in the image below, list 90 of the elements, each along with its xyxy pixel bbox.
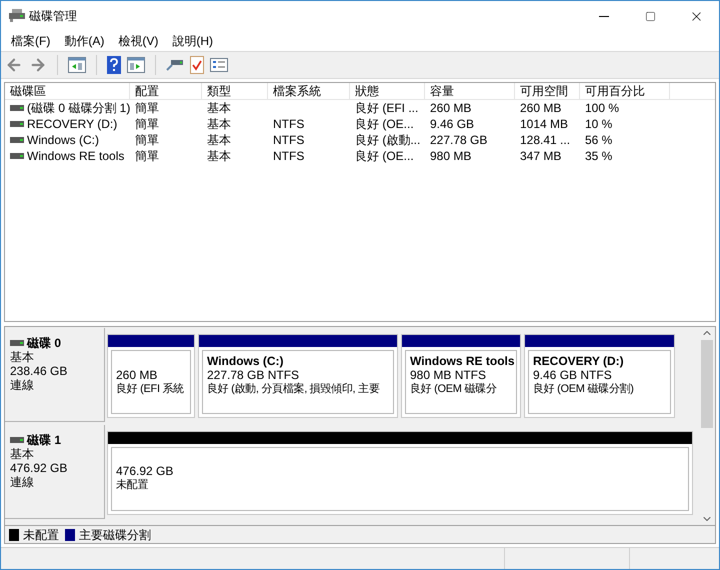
forward-icon[interactable] [29, 56, 47, 74]
legend-label: 未配置 [23, 526, 59, 544]
table-cell: 良好 (EFI ... [355, 100, 418, 116]
maximize-icon [644, 10, 656, 22]
table-cell: 良好 (OE... [355, 148, 414, 164]
scroll-thumb[interactable] [701, 340, 713, 428]
connect-icon[interactable] [166, 58, 184, 72]
partition-size: 980 MB NTFS [410, 368, 486, 382]
back-icon[interactable] [5, 56, 23, 74]
table-cell: 260 MB [430, 100, 472, 116]
table-cell: 簡單 [135, 132, 159, 148]
action-pane-icon[interactable] [127, 57, 145, 73]
drive-icon [10, 153, 24, 159]
table-cell: 10 % [585, 116, 612, 132]
table-cell: 良好 (OE... [355, 116, 414, 132]
menu-item[interactable]: 檢視(V) [118, 35, 158, 47]
properties-icon[interactable] [210, 58, 228, 72]
table-cell: (磁碟 0 磁碟分割 1) [27, 100, 130, 116]
column-header[interactable]: 狀態 [350, 83, 425, 99]
disk-info-panel[interactable]: 磁碟 0 基本 238.46 GB 連線 [5, 328, 105, 422]
scrollbar[interactable] [699, 327, 715, 525]
menu-item[interactable]: 動作(A) [64, 35, 104, 47]
table-cell: 347 MB [520, 148, 562, 164]
table-cell: NTFS [273, 148, 304, 164]
table-cell: 980 MB [430, 148, 472, 164]
table-cell: 9.46 GB [430, 116, 474, 132]
partition-status: 良好 (OEM 磁碟分割) [533, 382, 634, 396]
drive-icon [10, 121, 24, 127]
legend-label: 主要磁碟分割 [79, 526, 151, 544]
disk-type: 基本 [10, 350, 34, 364]
partition-block[interactable]: Windows RE tools 980 MB NTFS 良好 (OEM 磁碟分 [401, 334, 521, 418]
table-cell: 基本 [207, 116, 231, 132]
drive-icon [10, 105, 24, 111]
table-cell: 128.41 ... [520, 132, 570, 148]
column-header[interactable]: 檔案系統 [268, 83, 350, 99]
table-cell: 簡單 [135, 116, 159, 132]
menu-item[interactable]: 檔案(F) [11, 35, 50, 47]
table-cell: 100 % [585, 100, 620, 116]
column-header[interactable]: 可用空間 [515, 83, 580, 99]
partition-name: Windows RE tools [410, 354, 515, 368]
disk-status: 連線 [10, 475, 34, 489]
column-header[interactable]: 可用百分比 [580, 83, 670, 99]
show-pane-icon[interactable] [68, 57, 86, 73]
table-cell: NTFS [273, 132, 304, 148]
drive-icon [10, 137, 24, 143]
table-cell: Windows (C:) [27, 132, 100, 148]
table-cell: 260 MB [520, 100, 562, 116]
partition-status: 良好 (啟動, 分頁檔案, 損毀傾印, 主要 [207, 382, 380, 396]
checklist-icon[interactable] [190, 56, 204, 74]
table-cell: 227.78 GB [430, 132, 488, 148]
disk-management-icon [9, 9, 25, 23]
disk-size: 476.92 GB [10, 461, 68, 475]
partition-name: RECOVERY (D:) [533, 354, 624, 368]
partition-size: 9.46 GB NTFS [533, 368, 612, 382]
partition-block[interactable]: Windows (C:) 227.78 GB NTFS 良好 (啟動, 分頁檔案, 損毀傾印, 主要 [198, 334, 398, 418]
table-cell: 簡單 [135, 148, 159, 164]
menu-item[interactable]: 說明(H) [172, 35, 213, 47]
table-cell: 良好 (啟動... [355, 132, 420, 148]
partition-name: Windows (C:) [207, 354, 284, 368]
table-cell: 1014 MB [520, 116, 568, 132]
partition-status: 良好 (OEM 磁碟分 [410, 382, 497, 396]
partition-size: 227.78 GB NTFS [207, 368, 300, 382]
table-cell: 56 % [585, 132, 612, 148]
partition-status: 未配置 [116, 478, 148, 492]
table-cell: RECOVERY (D:) [27, 116, 118, 132]
disk-info-panel[interactable]: 磁碟 1 基本 476.92 GB 連線 [5, 425, 105, 519]
disk-name: 磁碟 1 [27, 433, 62, 447]
disk-type: 基本 [10, 447, 34, 461]
partition-size: 476.92 GB [116, 464, 174, 478]
disk-name: 磁碟 0 [27, 336, 62, 350]
window-title: 磁碟管理 [29, 8, 77, 25]
table-cell: 35 % [585, 148, 612, 164]
partition-block[interactable]: 260 MB 良好 (EFI 系統 [107, 334, 195, 418]
table-cell: NTFS [273, 116, 304, 132]
table-cell: 基本 [207, 100, 231, 116]
help-icon[interactable] [107, 56, 121, 74]
table-cell: 基本 [207, 148, 231, 164]
column-header[interactable]: 類型 [202, 83, 268, 99]
disk-status: 連線 [10, 378, 34, 392]
partition-block[interactable]: RECOVERY (D:) 9.46 GB NTFS 良好 (OEM 磁碟分割) [524, 334, 675, 418]
table-cell: 基本 [207, 132, 231, 148]
partition-status: 良好 (EFI 系統 [116, 382, 184, 396]
column-header[interactable]: 配置 [130, 83, 202, 99]
column-header[interactable]: 容量 [425, 83, 515, 99]
partition-block[interactable]: 476.92 GB 未配置 [107, 431, 693, 515]
table-cell: Windows RE tools [27, 148, 124, 164]
partition-size: 260 MB [116, 368, 158, 382]
disk-size: 238.46 GB [10, 364, 68, 378]
table-cell: 簡單 [135, 100, 159, 116]
column-header[interactable]: 磁碟區 [5, 83, 130, 99]
